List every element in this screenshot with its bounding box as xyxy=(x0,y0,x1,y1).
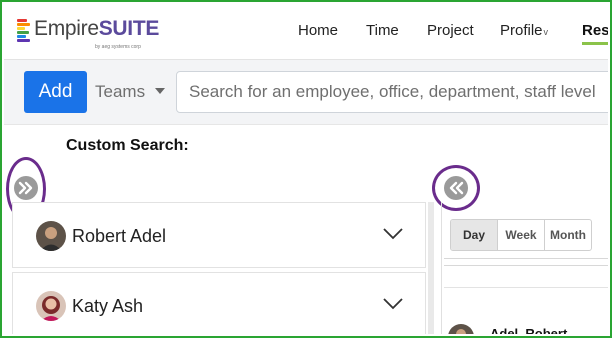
double-chevron-right-icon xyxy=(18,181,33,195)
nav-active-underline xyxy=(582,42,608,45)
logo-text-suite: SUITE xyxy=(98,17,160,40)
expand-panel-button[interactable] xyxy=(14,176,38,200)
avatar xyxy=(36,221,66,251)
chevron-down-icon[interactable] xyxy=(383,298,403,310)
nav-home[interactable]: Home xyxy=(298,22,338,39)
logo-text-empire: Empire xyxy=(34,17,99,40)
top-navbar: EmpireSUITE by aeg systems corp Home Tim… xyxy=(4,4,608,60)
employee-row[interactable]: Robert Adel xyxy=(12,202,426,268)
chevron-down-icon[interactable] xyxy=(383,228,403,240)
custom-search-label: Custom Search: xyxy=(66,137,189,154)
add-button[interactable]: Add xyxy=(24,71,87,113)
empiresuite-logo[interactable]: EmpireSUITE by aeg systems corp xyxy=(17,16,159,52)
view-week-button[interactable]: Week xyxy=(498,220,545,250)
logo-wordmark: EmpireSUITE xyxy=(34,17,159,41)
view-mode-toggle: Day Week Month xyxy=(450,219,592,251)
employee-row[interactable]: Katy Ash xyxy=(12,272,426,334)
avatar xyxy=(448,324,474,334)
employee-list: Robert Adel Katy Ash xyxy=(12,202,426,334)
divider xyxy=(444,265,608,266)
caret-down-icon[interactable] xyxy=(155,88,165,94)
double-chevron-left-icon xyxy=(449,181,464,195)
divider xyxy=(444,287,608,288)
logo-bars-icon xyxy=(17,19,31,45)
logo-subtitle: by aeg systems corp xyxy=(95,44,141,50)
nav-resources[interactable]: Reso xyxy=(582,22,608,39)
employee-name: Robert Adel xyxy=(72,226,167,246)
employee-name: Katy Ash xyxy=(72,296,144,316)
employee-search-input[interactable] xyxy=(176,71,608,113)
teams-dropdown[interactable]: Teams xyxy=(95,82,145,102)
chevron-down-icon: v xyxy=(543,27,549,37)
nav-time[interactable]: Time xyxy=(366,22,399,39)
scrollbar[interactable] xyxy=(428,202,434,334)
panel-divider xyxy=(441,202,442,334)
app-window: EmpireSUITE by aeg systems corp Home Tim… xyxy=(4,4,608,334)
nav-profile-label: Profile xyxy=(500,22,543,39)
collapse-panel-button[interactable] xyxy=(444,176,468,200)
nav-project[interactable]: Project xyxy=(427,22,474,39)
screenshot-frame: EmpireSUITE by aeg systems corp Home Tim… xyxy=(0,0,612,338)
divider xyxy=(444,258,608,259)
nav-profile[interactable]: Profilev xyxy=(500,22,548,39)
view-day-button[interactable]: Day xyxy=(451,220,498,250)
search-toolbar: Add Teams xyxy=(4,60,608,125)
schedule-employee-name: Adel, Robert xyxy=(490,326,568,334)
view-month-button[interactable]: Month xyxy=(545,220,591,250)
avatar xyxy=(36,291,66,321)
